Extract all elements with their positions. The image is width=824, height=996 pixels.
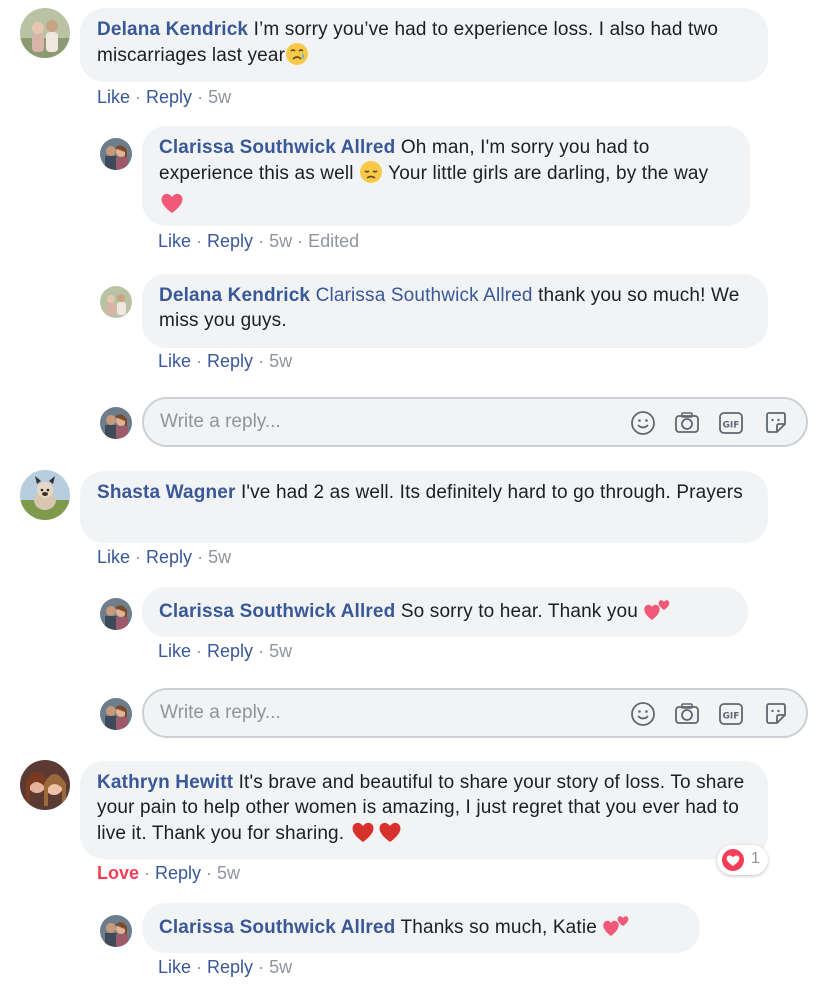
comment-actions: Like · Reply · 5w (97, 547, 232, 567)
avatar-shasta[interactable] (20, 470, 70, 520)
reply-bubble: Clarissa Southwick Allred So sorry to he… (142, 587, 748, 637)
timestamp[interactable]: 5w (269, 641, 292, 661)
camera-icon[interactable] (674, 410, 700, 436)
avatar-delana[interactable] (20, 8, 70, 58)
timestamp[interactable]: 5w (217, 863, 240, 883)
reply-actions: Like · Reply · 5w (158, 351, 293, 371)
avatar-delana[interactable] (100, 286, 132, 318)
edited-label[interactable]: Edited (308, 231, 359, 251)
reply-input-box[interactable]: Write a reply... GIF (142, 397, 808, 447)
reply-text: Thanks so much, Katie (400, 917, 597, 938)
emoji-icon[interactable] (630, 701, 656, 727)
disappointed-face-emoji-icon (359, 160, 383, 191)
reply-link[interactable]: Reply (146, 87, 192, 107)
avatar-clarissa[interactable] (100, 138, 132, 170)
reply-text-continued: Your little girls are darling, by the wa… (388, 163, 709, 184)
like-link[interactable]: Like (158, 957, 191, 977)
like-link[interactable]: Like (158, 351, 191, 371)
timestamp[interactable]: 5w (269, 351, 292, 371)
reply-author[interactable]: Clarissa Southwick Allred (159, 917, 395, 938)
two-hearts-emoji-icon (643, 596, 671, 629)
reply-bubble: Delana Kendrick Clarissa Southwick Allre… (142, 274, 768, 348)
crying-face-emoji-icon (285, 42, 309, 73)
like-link[interactable]: Like (97, 547, 130, 567)
love-reaction-icon (721, 848, 745, 877)
mention-link[interactable]: Clarissa Southwick Allred (316, 285, 533, 306)
comment-actions: Like · Reply · 5w (97, 87, 232, 107)
reply-link[interactable]: Reply (207, 351, 253, 371)
reply-link[interactable]: Reply (146, 547, 192, 567)
gif-icon[interactable]: GIF (718, 701, 744, 727)
comment-actions: Love · Reply · 5w (97, 863, 241, 883)
reply-author[interactable]: Clarissa Southwick Allred (159, 601, 395, 622)
two-hearts-emoji-icon (602, 912, 630, 945)
reply-input-box[interactable]: Write a reply... GIF (142, 688, 808, 738)
reply-actions: Like · Reply · 5w (158, 641, 293, 661)
reply-actions: Like · Reply · 5w (158, 957, 293, 977)
timestamp[interactable]: 5w (208, 547, 231, 567)
love-link[interactable]: Love (97, 863, 139, 883)
reaction-count: 1 (751, 850, 760, 867)
timestamp[interactable]: 5w (269, 957, 292, 977)
timestamp[interactable]: 5w (269, 231, 292, 251)
reply-actions: Like · Reply · 5w · Edited (158, 231, 360, 251)
avatar-clarissa[interactable] (100, 915, 132, 947)
comment-text: I've had 2 as well. Its definitely hard … (240, 482, 743, 503)
avatar-clarissa[interactable] (100, 598, 132, 630)
timestamp[interactable]: 5w (208, 87, 231, 107)
reply-bubble: Clarissa Southwick Allred Oh man, I'm so… (142, 126, 750, 226)
comment-author[interactable]: Kathryn Hewitt (97, 772, 233, 793)
reply-bubble: Clarissa Southwick Allred Thanks so much… (142, 903, 700, 953)
heart-emoji-icon (350, 820, 404, 851)
comment-bubble: Shasta Wagner I've had 2 as well. Its de… (80, 471, 768, 543)
avatar-current-user (100, 698, 132, 730)
like-link[interactable]: Like (97, 87, 130, 107)
avatar-kathryn[interactable] (20, 760, 70, 810)
svg-text:GIF: GIF (723, 421, 740, 431)
reaction-badge[interactable]: 1 (717, 845, 768, 875)
gif-icon[interactable]: GIF (718, 410, 744, 436)
reply-text: So sorry to hear. Thank you (400, 601, 638, 622)
reply-link[interactable]: Reply (207, 231, 253, 251)
comment-bubble: Kathryn Hewitt It's brave and beautiful … (80, 761, 768, 859)
camera-icon[interactable] (674, 701, 700, 727)
reply-input-placeholder[interactable]: Write a reply... (160, 702, 281, 724)
emoji-icon[interactable] (630, 410, 656, 436)
like-link[interactable]: Like (158, 641, 191, 661)
svg-text:GIF: GIF (723, 712, 740, 722)
like-link[interactable]: Like (158, 231, 191, 251)
avatar-current-user (100, 407, 132, 439)
sticker-icon[interactable] (763, 701, 789, 727)
reply-link[interactable]: Reply (207, 957, 253, 977)
reply-input-placeholder[interactable]: Write a reply... (160, 411, 281, 433)
sticker-icon[interactable] (763, 410, 789, 436)
comment-author[interactable]: Shasta Wagner (97, 482, 236, 503)
heart-emoji-icon (159, 191, 185, 222)
reply-link[interactable]: Reply (207, 641, 253, 661)
reply-link[interactable]: Reply (155, 863, 201, 883)
comment-bubble: Delana Kendrick I’m sorry you’ve had to … (80, 8, 768, 82)
reply-author[interactable]: Clarissa Southwick Allred (159, 137, 395, 158)
reply-author[interactable]: Delana Kendrick (159, 285, 310, 306)
comment-author[interactable]: Delana Kendrick (97, 19, 248, 40)
